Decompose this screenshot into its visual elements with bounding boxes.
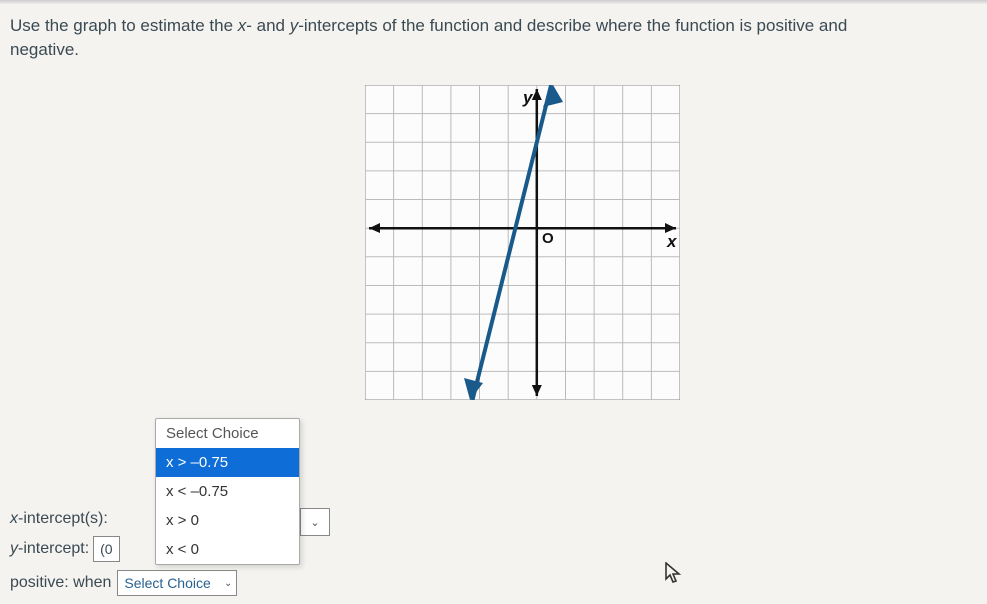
window-top-edge [0,0,987,4]
graph: y x O [365,85,680,400]
q-part-1c: -intercepts of the function and describe… [298,16,847,35]
select-choice-dropdown[interactable]: Select Choice x > –0.75 x < –0.75 x > 0 … [155,418,300,565]
q-part-2: negative. [10,40,79,59]
y-intercept-field[interactable]: (0 [93,536,119,562]
positive-row: positive: when Select Choice ⌄ [10,570,237,596]
x-axis-label: x [666,232,678,251]
y-axis-label: y [522,88,534,107]
dropdown-header: Select Choice [156,419,299,448]
q-var-y: y [290,16,299,35]
mouse-cursor-icon [665,562,683,590]
q-var-x: x [238,16,247,35]
positive-label: positive: when [10,574,111,592]
q-part-1a: Use the graph to estimate the [10,16,238,35]
question-text: Use the graph to estimate the x- and y-i… [0,0,987,70]
dropdown-option-1[interactable]: x < –0.75 [156,477,299,506]
origin-label: O [542,230,554,247]
chevron-down-icon: ⌄ [310,516,319,529]
x-intercept-select-trigger[interactable]: ⌄ [300,508,330,536]
dropdown-option-3[interactable]: x < 0 [156,535,299,564]
dropdown-option-0[interactable]: x > –0.75 [156,448,299,477]
q-part-1b: - and [246,16,289,35]
positive-select-text: Select Choice [124,575,210,591]
chevron-down-icon: ⌄ [224,578,232,589]
y-intercept-label: y-intercept: [10,540,89,558]
x-intercept-label: x-intercept(s): [10,510,108,528]
positive-select[interactable]: Select Choice ⌄ [117,570,237,596]
dropdown-option-2[interactable]: x > 0 [156,506,299,535]
